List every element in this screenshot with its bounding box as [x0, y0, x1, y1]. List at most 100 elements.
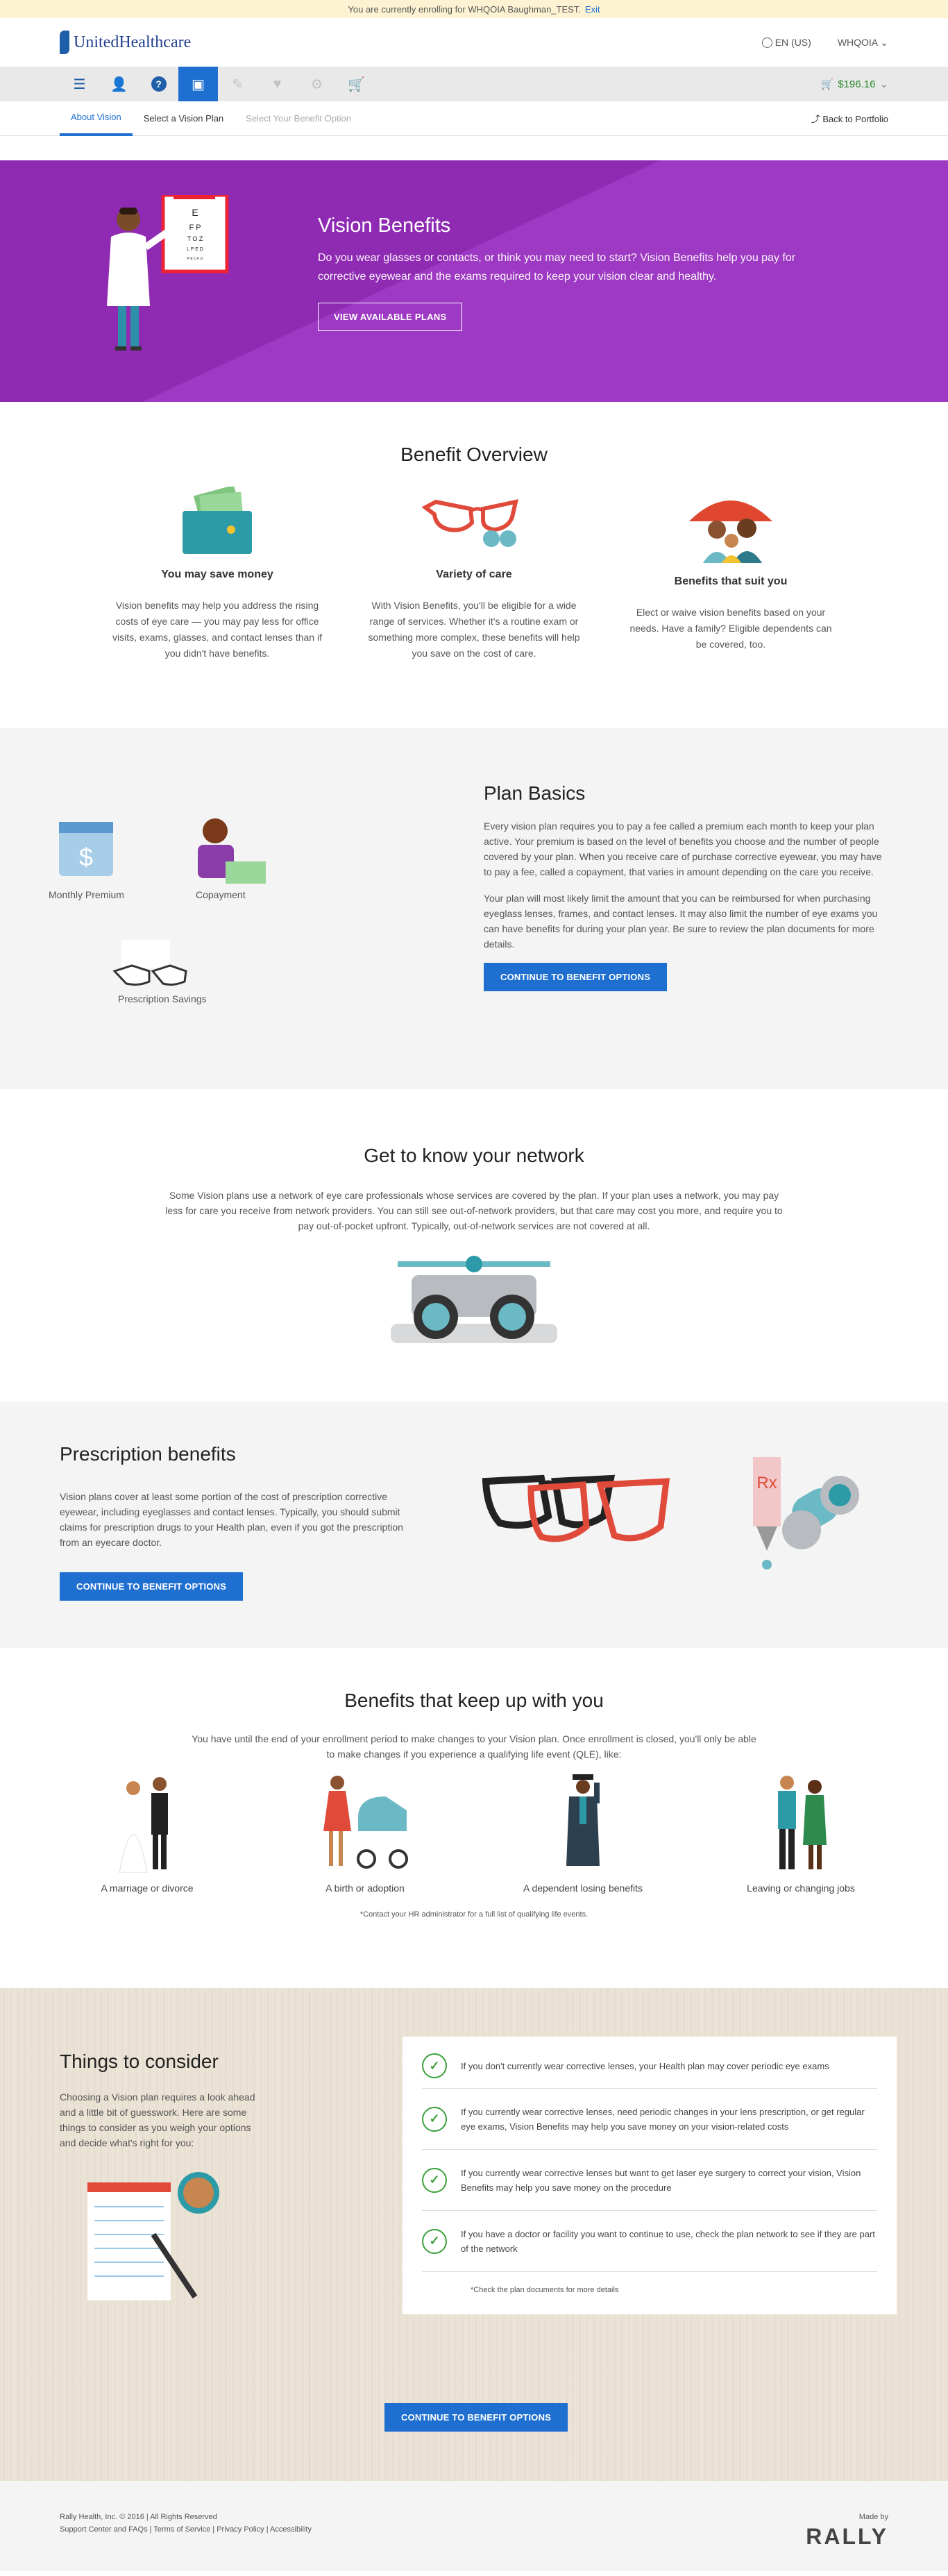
overview-item: You may save money Vision benefits may h… [110, 487, 325, 662]
tab-select-plan[interactable]: Select a Vision Plan [133, 101, 235, 136]
made-by-label: Made by [858, 2513, 888, 2521]
cart-total-value: $196.16 [838, 78, 876, 90]
life-event-item: A birth or adoption [278, 1769, 452, 1894]
exit-link[interactable]: Exit [585, 4, 600, 15]
prescription-savings-label: Prescription Savings [118, 993, 207, 1004]
eyewear-contacts-illustration: Rx [482, 1457, 859, 1569]
life-event-item: Leaving or changing jobs [714, 1769, 888, 1894]
stroller-icon [323, 1776, 408, 1869]
consider-item-text: If you currently wear corrective lenses,… [461, 2106, 865, 2132]
gear-icon[interactable]: ⚙ [297, 67, 337, 101]
back-to-portfolio-link[interactable]: ⤴ Back to Portfolio [811, 112, 888, 125]
life-events-note: *Contact your HR administrator for a ful… [359, 1910, 589, 1919]
overview-item-title: Variety of care [436, 569, 512, 580]
chevron-down-icon: ⌄ [879, 78, 888, 90]
coworkers-icon [778, 1776, 827, 1869]
plan-basics-illustration: $ Monthly Premium Copayment Prescription… [49, 811, 326, 1020]
language-selector[interactable]: EN (US) [761, 37, 811, 48]
rally-logo[interactable]: RALLY [806, 2524, 888, 2550]
language-label: EN (US) [775, 37, 811, 48]
things-to-consider-section: Things to consider Choosing a Vision pla… [0, 1988, 948, 2481]
life-events-section: Benefits that keep up with you You have … [0, 1648, 948, 1988]
network-text: Some Vision plans use a network of eye c… [165, 1190, 783, 1231]
footer: Rally Health, Inc. © 2016 | All Rights R… [0, 2481, 948, 2571]
consider-item-text: If you currently wear corrective lenses … [461, 2167, 861, 2193]
pencil-icon[interactable]: ✎ [218, 67, 257, 101]
overview-item-title: You may save money [161, 569, 273, 580]
network-section: Get to know your network Some Vision pla… [0, 1089, 948, 1401]
logo[interactable]: UnitedHealthcare [60, 31, 191, 54]
consider-item: ✓ If you have a doctor or facility you wa… [422, 2211, 877, 2272]
svg-text:$: $ [79, 843, 93, 871]
overview-item-text: Elect or waive vision benefits based on … [629, 607, 832, 650]
life-event-label: A birth or adoption [325, 1883, 405, 1894]
tab-select-option[interactable]: Select Your Benefit Option [235, 101, 362, 136]
continue-to-benefit-options-button[interactable]: CONTINUE TO BENEFIT OPTIONS [60, 1572, 244, 1601]
monthly-premium-label: Monthly Premium [49, 889, 124, 900]
life-event-label: A dependent losing benefits [523, 1883, 643, 1894]
enrollment-banner: You are currently enrolling for WHQOIA B… [0, 0, 948, 18]
consider-item-text: If you have a doctor or facility you wan… [461, 2228, 875, 2254]
overview-item: Benefits that suit you Elect or waive vi… [623, 487, 838, 662]
check-icon: ✓ [422, 2228, 447, 2254]
logo-mark-icon [60, 31, 69, 54]
continue-to-benefit-options-button[interactable]: CONTINUE TO BENEFIT OPTIONS [384, 2403, 568, 2432]
eye-doctor-illustration: E F P T O Z L P E D P E C F D [107, 195, 229, 351]
consider-note: *Check the plan documents for more detai… [471, 2286, 619, 2294]
help-icon[interactable]: ? [139, 67, 178, 101]
footer-links[interactable]: Support Center and FAQs | Terms of Servi… [60, 2525, 312, 2534]
cart-icon[interactable]: 🛒 [337, 67, 376, 101]
prescription-benefits-section: Prescription benefits Vision plans cover… [0, 1401, 948, 1648]
life-event-item: A dependent losing benefits [496, 1769, 670, 1894]
life-event-item: A marriage or divorce [60, 1769, 234, 1894]
check-icon: ✓ [422, 2106, 447, 2132]
header: UnitedHealthcare EN (US) WHQOIA ⌄ [0, 18, 948, 67]
graduate-icon [566, 1774, 600, 1866]
tab-about-vision[interactable]: About Vision [60, 101, 133, 136]
plan-basics-paragraph: Every vision plan requires you to pay a … [484, 820, 882, 877]
logo-text: UnitedHealthcare [74, 33, 192, 51]
svg-text:Rx: Rx [756, 1474, 777, 1492]
person-icon[interactable]: 👤 [99, 67, 139, 101]
heart-icon[interactable]: ♥ [257, 67, 297, 101]
consider-item: ✓ If you don't currently wear corrective … [422, 2044, 877, 2089]
view-available-plans-button[interactable]: VIEW AVAILABLE PLANS [318, 303, 463, 331]
overview-item: Variety of care With Vision Benefits, yo… [366, 487, 582, 662]
account-menu[interactable]: WHQOIA ⌄ [838, 37, 888, 49]
life-event-label: Leaving or changing jobs [747, 1883, 855, 1894]
menu-icon[interactable]: ☰ [60, 67, 99, 101]
consider-item: ✓ If you currently wear corrective lenses… [422, 2089, 877, 2150]
benefit-overview-section: Benefit Overview You may save money Visi… [0, 402, 948, 728]
cart-total[interactable]: 🛒 $196.16 ⌄ [821, 78, 889, 91]
back-label: Back to Portfolio [822, 114, 888, 124]
back-arrow-icon: ⤴ [811, 114, 820, 124]
check-icon: ✓ [422, 2167, 447, 2193]
section-title: Prescription benefits [60, 1443, 236, 1465]
hero-title: Vision Benefits [318, 214, 451, 237]
prescription-text: Vision plans cover at least some portion… [60, 1491, 403, 1548]
vision-icon[interactable]: ▣ [178, 67, 218, 101]
life-event-label: A marriage or divorce [101, 1883, 194, 1894]
section-title: Benefits that keep up with you [344, 1690, 604, 1711]
wedding-couple-icon [119, 1777, 168, 1873]
consider-item: ✓ If you currently wear corrective lenses… [422, 2150, 877, 2211]
section-title: Benefit Overview [400, 444, 548, 465]
eye-chart-line: P E C F D [187, 257, 203, 261]
wallet-money-icon [183, 487, 252, 554]
glasses-icon [422, 499, 518, 547]
overview-item-text: With Vision Benefits, you'll be eligible… [368, 600, 580, 659]
consider-card: ✓ If you don't currently wear corrective … [403, 2037, 897, 2314]
account-label: WHQOIA [837, 36, 878, 48]
main-nav: ☰ 👤 ? ▣ ✎ ♥ ⚙ 🛒 🛒 $196.16 ⌄ [0, 67, 948, 101]
continue-to-benefit-options-button[interactable]: CONTINUE TO BENEFIT OPTIONS [484, 963, 668, 991]
overview-item-title: Benefits that suit you [674, 575, 788, 587]
chevron-down-icon: ⌄ [880, 36, 888, 48]
globe-icon [761, 37, 772, 48]
consider-text: Choosing a Vision plan requires a look a… [60, 2091, 255, 2148]
eye-chart-line: E [192, 207, 198, 218]
section-title: Things to consider [60, 2051, 219, 2072]
copyright: Rally Health, Inc. © 2016 | All Rights R… [60, 2513, 217, 2521]
hero-banner: E F P T O Z L P E D P E C F D Vision Ben… [0, 160, 948, 402]
eye-chart-line: L P E D [187, 247, 203, 252]
notepad-coffee-illustration [87, 2172, 219, 2300]
